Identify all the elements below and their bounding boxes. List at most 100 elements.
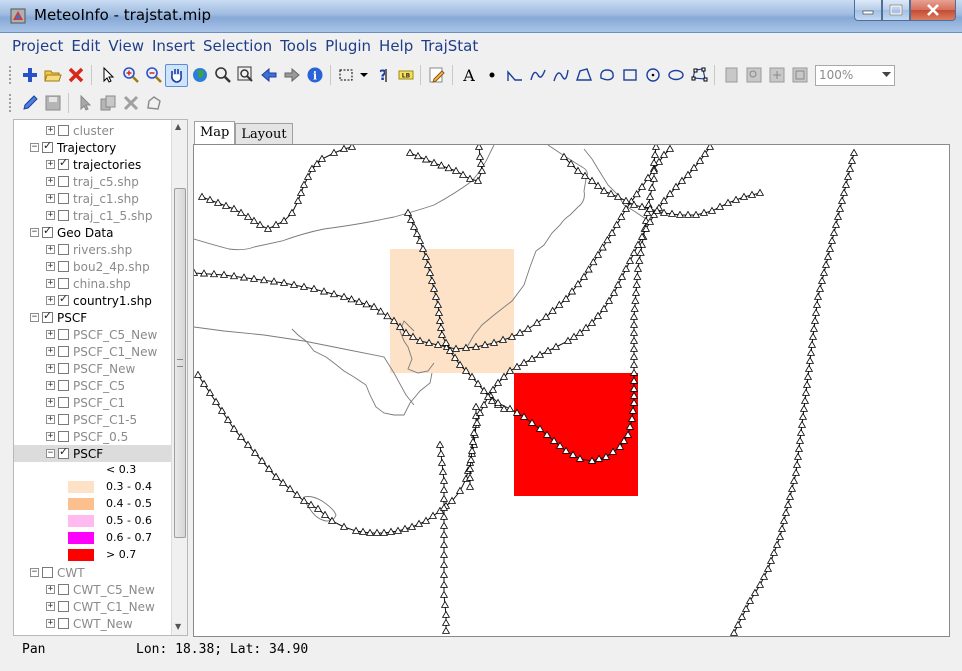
layout-pan-button[interactable] — [765, 64, 788, 87]
menu-selection[interactable]: Selection — [199, 37, 276, 55]
layer-row-rivers-shp[interactable]: + rivers.shp — [14, 241, 132, 258]
menu-edit[interactable]: Edit — [67, 37, 104, 55]
map-canvas[interactable] — [194, 145, 950, 637]
layer-visibility-checkbox[interactable] — [58, 618, 69, 629]
toolbar-grip[interactable] — [8, 65, 12, 85]
layer-row-traj-c1-shp[interactable]: + traj_c1.shp — [14, 190, 139, 207]
layer-visibility-checkbox[interactable] — [58, 380, 69, 391]
layer-visibility-checkbox[interactable] — [58, 210, 69, 221]
zoom-to-layer-button[interactable] — [211, 64, 234, 87]
layer-row-cwt-c5-new[interactable]: + CWT_C5_New — [14, 581, 155, 598]
layer-row-trajectories[interactable]: + trajectories — [14, 156, 141, 173]
expand-icon[interactable]: + — [46, 245, 55, 254]
pan-button[interactable] — [165, 63, 188, 87]
expand-icon[interactable]: + — [46, 602, 55, 611]
map-view[interactable] — [193, 144, 950, 637]
expand-icon[interactable]: + — [46, 398, 55, 407]
forward-button[interactable] — [280, 64, 303, 87]
layer-visibility-checkbox[interactable] — [58, 278, 69, 289]
expand-icon[interactable]: + — [46, 432, 55, 441]
expand-icon[interactable]: + — [46, 381, 55, 390]
collapse-icon[interactable]: − — [30, 143, 39, 152]
scroll-thumb[interactable] — [174, 188, 186, 538]
polyline-button[interactable] — [503, 64, 526, 87]
expand-icon[interactable]: + — [46, 211, 55, 220]
layer-row-pscf[interactable]: − PSCF — [14, 445, 172, 462]
toolbar-grip[interactable] — [8, 93, 12, 113]
layer-visibility-checkbox[interactable] — [58, 193, 69, 204]
layer-visibility-checkbox[interactable] — [58, 363, 69, 374]
minimize-button[interactable] — [854, 0, 882, 21]
expand-icon[interactable]: + — [46, 330, 55, 339]
label-button[interactable]: LB — [393, 64, 416, 87]
expand-icon[interactable]: + — [46, 364, 55, 373]
layer-row-china-shp[interactable]: + china.shp — [14, 275, 131, 292]
layer-visibility-checkbox[interactable] — [58, 261, 69, 272]
layer-row-cwt-c1-new[interactable]: + CWT_C1_New — [14, 598, 155, 615]
expand-icon[interactable]: + — [46, 279, 55, 288]
copy-feature-button[interactable] — [96, 92, 119, 115]
layer-visibility-checkbox[interactable] — [58, 445, 69, 459]
legend-scrollbar[interactable]: ▲ ▼ — [171, 120, 187, 635]
edit-vertices-button[interactable] — [687, 64, 710, 87]
layer-row-pscf-c1[interactable]: + PSCF_C1 — [14, 394, 125, 411]
expand-icon[interactable]: + — [46, 160, 55, 169]
expand-icon[interactable]: + — [46, 126, 55, 135]
layer-row-pscf-c1-new[interactable]: + PSCF_C1_New — [14, 343, 157, 360]
tab-map[interactable]: Map — [194, 121, 236, 145]
layer-visibility-checkbox[interactable] — [42, 309, 53, 323]
collapse-icon[interactable]: − — [30, 228, 39, 237]
maximize-button[interactable] — [882, 0, 910, 21]
layer-visibility-checkbox[interactable] — [42, 139, 53, 153]
collapse-icon[interactable]: − — [30, 313, 39, 322]
layer-row-cluster[interactable]: + cluster — [14, 122, 114, 139]
curve-polygon-button[interactable] — [595, 64, 618, 87]
layer-visibility-checkbox[interactable] — [58, 125, 69, 136]
layer-visibility-checkbox[interactable] — [58, 414, 69, 425]
expand-icon[interactable]: + — [46, 296, 55, 305]
layer-row-pscf-c1-5[interactable]: + PSCF_C1-5 — [14, 411, 137, 428]
layer-row-geo-data[interactable]: − Geo Data — [14, 224, 114, 241]
expand-icon[interactable]: + — [46, 194, 55, 203]
layer-row-traj-c1-5-shp[interactable]: + traj_c1_5.shp — [14, 207, 152, 224]
scroll-down-icon[interactable]: ▼ — [175, 622, 181, 631]
layer-row-trajectory[interactable]: − Trajectory — [14, 139, 116, 156]
edit-button[interactable] — [425, 64, 448, 87]
add-feature-button[interactable] — [142, 92, 165, 115]
menu-view[interactable]: View — [104, 37, 148, 55]
full-extent-button[interactable] — [188, 64, 211, 87]
zoom-in-button[interactable] — [119, 64, 142, 87]
layer-visibility-checkbox[interactable] — [58, 397, 69, 408]
edit-select-button[interactable] — [73, 92, 96, 115]
selection-dropdown[interactable] — [358, 64, 370, 87]
layer-visibility-checkbox[interactable] — [42, 567, 53, 578]
menu-insert[interactable]: Insert — [148, 37, 199, 55]
layout-fit-button[interactable] — [788, 64, 811, 87]
layer-row-cwt-new[interactable]: + CWT_New — [14, 615, 133, 632]
circle-button[interactable] — [641, 64, 664, 87]
text-button[interactable]: A — [457, 64, 480, 87]
polygon-button[interactable] — [572, 64, 595, 87]
expand-icon[interactable]: + — [46, 177, 55, 186]
layer-visibility-checkbox[interactable] — [58, 244, 69, 255]
zoom-to-extent-button[interactable] — [234, 64, 257, 87]
measure-button[interactable]: ? — [370, 64, 393, 87]
freehand-button[interactable] — [526, 64, 549, 87]
layer-row-country1-shp[interactable]: + country1.shp — [14, 292, 152, 309]
select-features-button[interactable] — [335, 64, 358, 87]
menu-project[interactable]: Project — [8, 37, 67, 55]
layer-visibility-checkbox[interactable] — [58, 584, 69, 595]
menu-plugin[interactable]: Plugin — [321, 37, 375, 55]
identify-button[interactable]: i — [303, 64, 326, 87]
zoom-out-button[interactable] — [142, 64, 165, 87]
layer-row-pscf-new[interactable]: + PSCF_New — [14, 360, 135, 377]
menu-trajstat[interactable]: TrajStat — [417, 37, 482, 55]
new-layout-button[interactable] — [719, 64, 742, 87]
layer-visibility-checkbox[interactable] — [58, 292, 69, 306]
layer-visibility-checkbox[interactable] — [58, 346, 69, 357]
scroll-up-icon[interactable]: ▲ — [175, 122, 181, 131]
point-button[interactable] — [480, 64, 503, 87]
close-button[interactable] — [910, 0, 956, 21]
rectangle-button[interactable] — [618, 64, 641, 87]
back-button[interactable] — [257, 64, 280, 87]
